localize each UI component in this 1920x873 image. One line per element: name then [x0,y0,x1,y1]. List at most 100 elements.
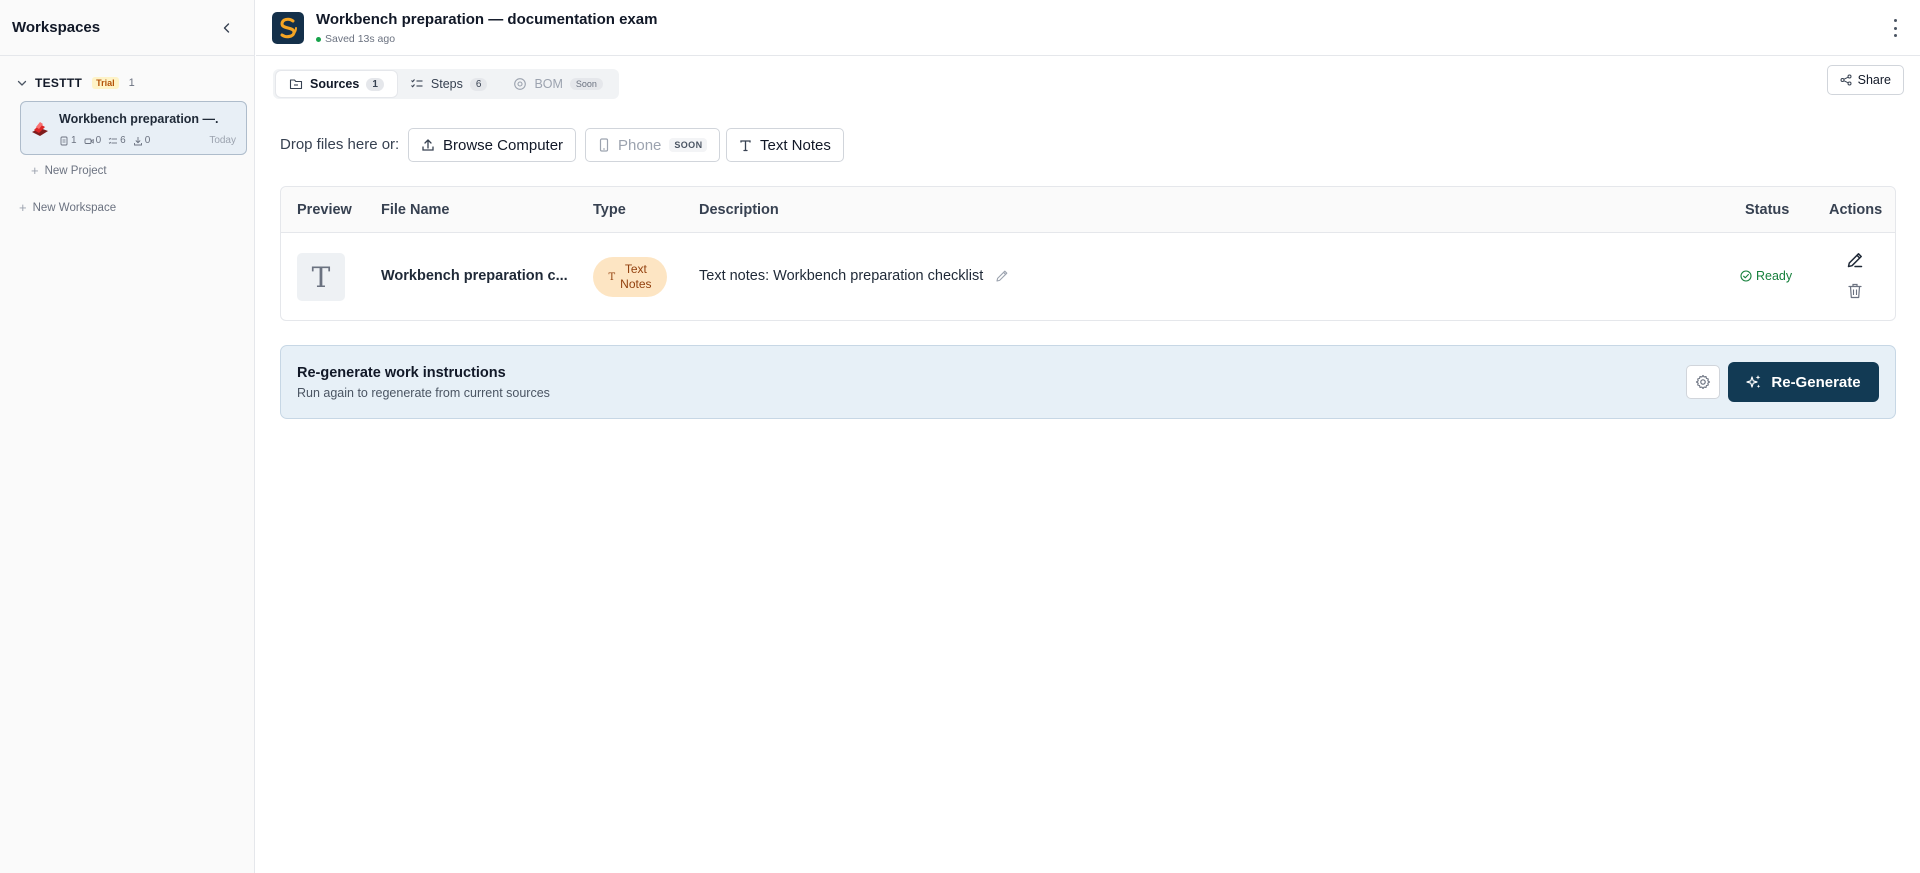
regenerate-subtitle: Run again to regenerate from current sou… [297,386,550,400]
column-file-name: File Name [381,202,450,218]
project-card[interactable]: Workbench preparation —... 1 0 6 0 Today [20,101,247,155]
trash-icon[interactable] [1848,283,1862,299]
stat-steps: 6 [108,135,126,146]
regenerate-button[interactable]: Re-Generate [1728,362,1879,402]
save-status-text: Saved 13s ago [325,33,396,45]
chevron-left-icon [223,22,230,33]
tab-sources-label: Sources [310,77,360,91]
share-button[interactable]: Share [1826,65,1904,95]
drop-files-label: Drop files here or: [280,136,400,153]
project-thumbnail-icon [32,122,48,136]
app-logo-icon [272,12,304,44]
text-type-icon [740,139,751,151]
stat-steps-count: 6 [120,135,126,146]
tab-steps-label: Steps [430,77,463,91]
chevron-down-icon [17,80,27,86]
project-date: Today [209,135,236,146]
more-options-button[interactable] [1892,19,1898,37]
stat-sources: 1 [59,135,77,146]
table-row[interactable]: T Workbench preparation c... T Text Note… [281,233,1895,321]
share-label: Share [1857,73,1891,87]
table-header: Preview File Name Type Description Statu… [281,187,1895,233]
plus-icon: + [19,200,27,215]
column-preview: Preview [297,202,352,218]
sidebar-title: Workspaces [12,19,101,36]
kebab-dot-icon [1893,26,1897,30]
sidebar-header: Workspaces [0,0,254,56]
tab-steps[interactable]: Steps 6 [397,71,501,97]
new-workspace-label: New Workspace [32,201,117,214]
save-status: Saved 13s ago [316,33,395,45]
type-badge-text: Text Notes [620,262,651,292]
file-name: Workbench preparation c... [381,268,568,284]
tab-bom-label: BOM [534,77,563,91]
gear-icon [1695,374,1711,390]
column-description: Description [699,202,779,218]
column-status: Status [1745,202,1790,218]
kebab-dot-icon [1893,34,1897,37]
new-workspace-button[interactable]: + New Workspace [19,201,116,214]
regenerate-button-label: Re-Generate [1771,373,1861,391]
tab-bom: BOM Soon [500,71,616,97]
document-title: Workbench preparation — documentation ex… [316,11,658,28]
description-cell: Text notes: Workbench preparation checkl… [699,268,1009,284]
workspace-row[interactable]: TESTTT Trial 1 [0,56,254,94]
regenerate-panel: Re-generate work instructions Run again … [280,345,1896,419]
edit-icon[interactable] [1846,251,1864,269]
regenerate-title: Re-generate work instructions [297,365,506,381]
workspace-project-count: 1 [128,77,135,89]
sparkles-icon [1746,375,1761,389]
type-line-2: Notes [620,277,652,291]
description-text: Text notes: Workbench preparation checkl… [699,268,984,284]
folder-icon [289,79,303,90]
new-project-button[interactable]: + New Project [31,164,107,177]
phone-soon-badge: SOON [669,138,708,152]
regenerate-settings-button[interactable] [1686,365,1720,399]
kebab-dot-icon [1893,19,1897,22]
browse-computer-label: Browse Computer [443,136,564,154]
phone-label: Phone [618,136,662,154]
tab-bar: Sources 1 Steps 6 BOM Soon [273,69,619,99]
upload-icon [422,139,434,151]
text-file-glyph: T [311,260,331,294]
new-project-label: New Project [44,164,107,177]
stat-downloads-count: 0 [144,135,151,146]
stat-videos: 0 [84,135,102,146]
file-preview-thumbnail: T [297,253,345,301]
workspace-name: TESTTT [35,76,83,90]
check-circle-icon [1740,270,1752,282]
sidebar: Workspaces TESTTT Trial 1 Workbench prep… [0,0,255,873]
plus-icon: + [31,163,39,178]
share-icon [1840,74,1852,86]
top-bar: Workbench preparation — documentation ex… [256,0,1920,56]
saved-indicator-dot [316,36,321,42]
column-actions: Actions [1829,202,1883,218]
tab-sources-count: 1 [366,77,384,91]
project-name: Workbench preparation —... [59,112,219,126]
tab-bom-soon-badge: Soon [569,78,603,90]
project-stats: 1 0 6 0 [59,135,150,146]
video-icon [84,138,94,144]
collapse-sidebar-button[interactable] [216,17,238,39]
download-icon [133,136,142,145]
status-text: Ready [1756,269,1793,283]
trial-badge: Trial [92,77,119,89]
browse-computer-button[interactable]: Browse Computer [408,128,577,162]
type-line-1: Text [624,262,647,276]
document-icon [60,136,68,145]
column-type: Type [593,202,626,218]
checklist-icon [411,79,423,88]
list-icon [108,137,118,144]
tab-sources[interactable]: Sources 1 [276,71,397,97]
text-type-icon: T [608,271,616,283]
text-notes-button[interactable]: Text Notes [726,128,844,162]
tab-steps-count: 6 [469,77,488,91]
stat-videos-count: 0 [95,135,102,146]
status-badge: Ready [1740,269,1792,283]
type-badge: T Text Notes [593,257,667,297]
phone-upload-button: Phone SOON [585,128,721,162]
component-icon [514,78,527,90]
stat-sources-count: 1 [71,135,77,146]
sources-table: Preview File Name Type Description Statu… [280,186,1896,321]
pencil-icon[interactable] [995,269,1009,283]
